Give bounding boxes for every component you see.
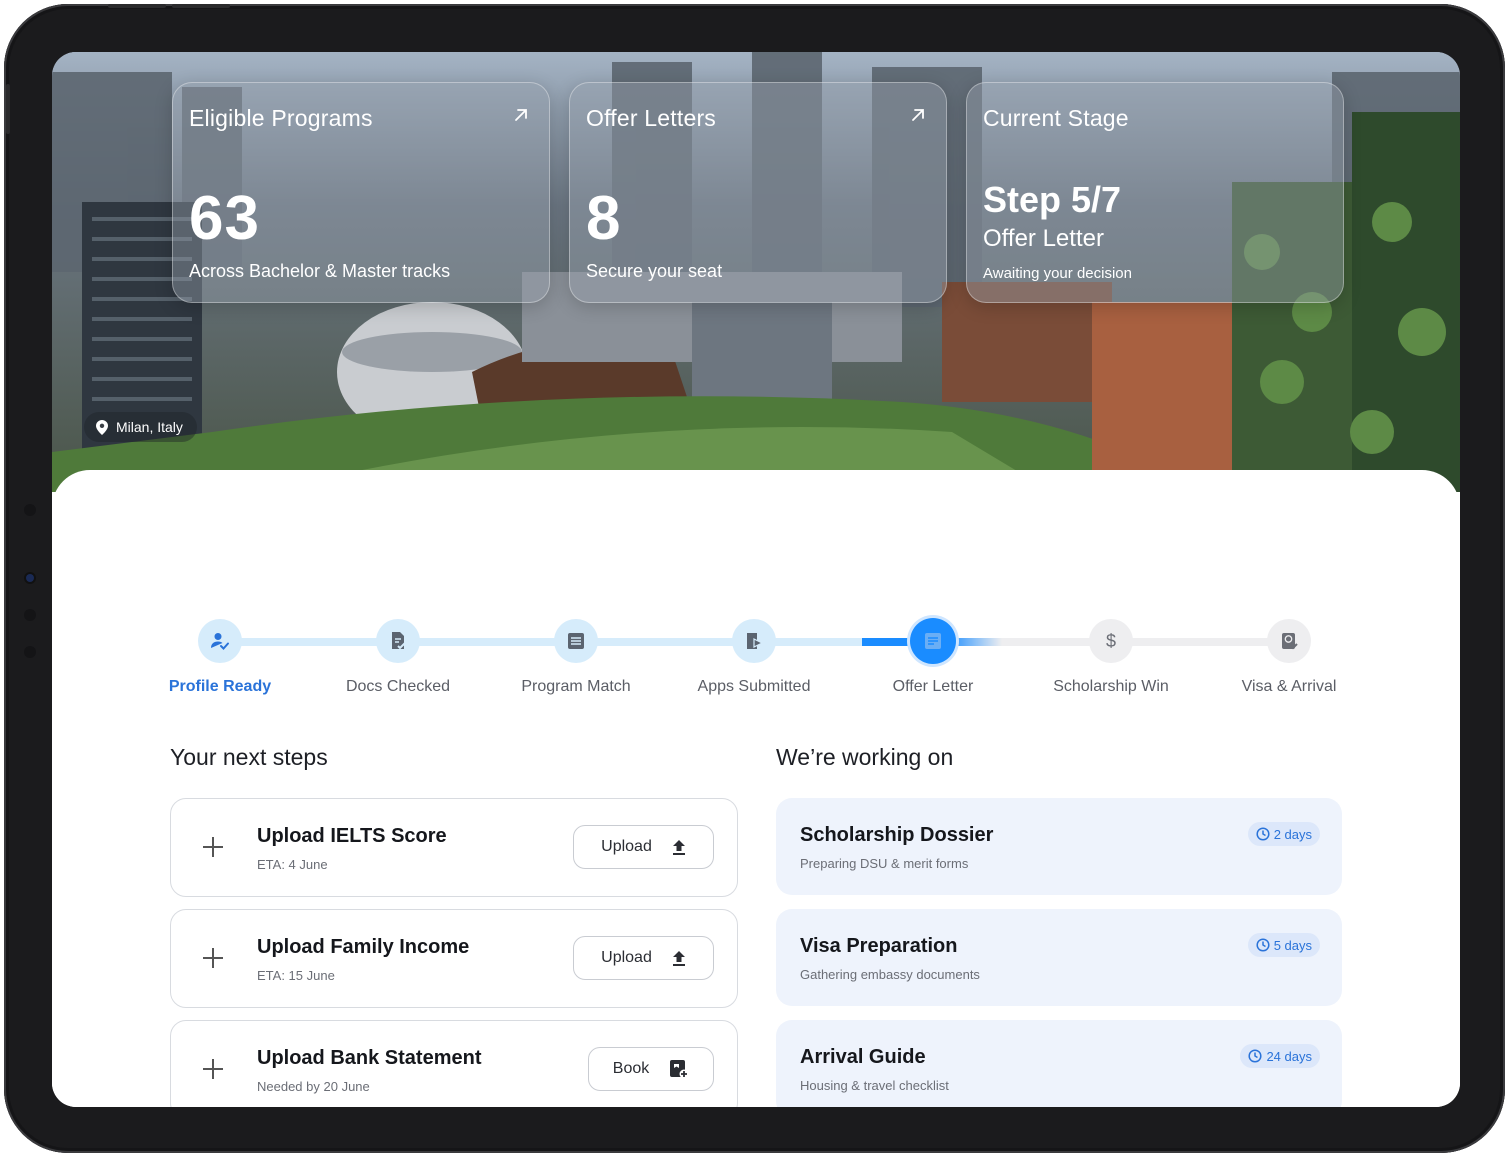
button-label: Upload: [601, 949, 652, 966]
step-profile-ready[interactable]: [198, 619, 242, 663]
step-offer-letter[interactable]: [910, 618, 956, 664]
upload-icon: [672, 840, 685, 855]
step-label: Profile Ready: [168, 678, 272, 695]
clock-icon: [1256, 938, 1270, 952]
document-check-icon: [392, 632, 406, 650]
step-scholarship-win[interactable]: $: [1089, 619, 1133, 663]
step-label: Apps Submitted: [697, 678, 811, 695]
task-meta: Needed by 20 June: [257, 1079, 370, 1094]
card-title: Offer Letters: [586, 105, 717, 131]
work-title: Visa Preparation: [800, 935, 958, 957]
eta-badge: 5 days: [1247, 933, 1320, 957]
upload-icon: [672, 951, 685, 966]
eta-text: 5 days: [1273, 937, 1312, 953]
passport-icon: [1282, 633, 1298, 650]
volume-button: [172, 4, 230, 8]
button-label: Upload: [601, 838, 652, 855]
task-title: Upload Bank Statement: [257, 1047, 482, 1069]
clock-icon: [1256, 827, 1270, 841]
book-add-icon: [670, 1060, 689, 1079]
hero-banner: Eligible Programs 63 Across Bachelor & M…: [52, 52, 1460, 492]
stage-name: Offer Letter: [983, 225, 1104, 252]
step-label: Scholarship Win: [1053, 678, 1169, 695]
eta-badge: 24 days: [1240, 1044, 1320, 1068]
eligible-programs-card[interactable]: Eligible Programs 63 Across Bachelor & M…: [172, 82, 550, 303]
step-label: Docs Checked: [345, 678, 451, 695]
step-label: Program Match: [521, 678, 631, 695]
work-card[interactable]: Arrival Guide Housing & travel checklist…: [776, 1020, 1342, 1107]
current-stage-card: Current Stage Step 5/7 Offer Letter Awai…: [966, 82, 1344, 303]
task-meta: ETA: 15 June: [257, 968, 335, 983]
location-pin-icon: [96, 419, 108, 435]
svg-text:$: $: [1106, 631, 1116, 651]
step-docs-checked[interactable]: [376, 619, 420, 663]
sensor: [24, 504, 36, 516]
volume-button: [108, 4, 166, 8]
work-card[interactable]: Scholarship Dossier Preparing DSU & meri…: [776, 798, 1342, 895]
list-document-icon: [568, 633, 584, 649]
location-badge: Milan, Italy: [84, 412, 197, 442]
task-title: Upload Family Income: [257, 936, 470, 958]
card-title: Current Stage: [983, 105, 1129, 131]
work-card[interactable]: Visa Preparation Gathering embassy docum…: [776, 909, 1342, 1006]
task-card[interactable]: Upload Family Income ETA: 15 June Upload: [170, 909, 738, 1008]
step-apps-submitted[interactable]: [732, 619, 776, 663]
task-card[interactable]: Upload Bank Statement Needed by 20 June …: [170, 1020, 738, 1107]
plus-icon: [203, 948, 223, 968]
arrow-up-right-icon[interactable]: [910, 107, 926, 123]
sensor: [24, 646, 36, 658]
location-text: Milan, Italy: [116, 419, 183, 435]
app-screen: Eligible Programs 63 Across Bachelor & M…: [52, 52, 1460, 1107]
user-check-icon: [211, 633, 229, 650]
upload-button[interactable]: Upload: [573, 936, 714, 980]
task-meta: ETA: 4 June: [257, 857, 328, 872]
step-label: Visa & Arrival: [1241, 678, 1337, 695]
eta-badge: 2 days: [1247, 822, 1320, 846]
card-subtitle: Secure your seat: [586, 261, 723, 281]
eta-text: 2 days: [1273, 826, 1312, 842]
offer-letter-icon: [925, 633, 941, 649]
step-label: Offer Letter: [892, 678, 974, 695]
eta-text: 24 days: [1266, 1048, 1312, 1064]
power-button: [6, 84, 10, 134]
step-visa-arrival[interactable]: [1267, 619, 1311, 663]
arrow-up-right-icon[interactable]: [513, 107, 529, 123]
task-title: Upload IELTS Score: [257, 825, 447, 847]
dashboard-panel: Profile Ready Docs Checked Program Match: [52, 470, 1460, 1107]
sensor: [24, 609, 36, 621]
next-steps-title: Your next steps: [170, 744, 328, 770]
progress-stepper: Profile Ready Docs Checked Program Match: [52, 470, 1460, 730]
task-card[interactable]: Upload IELTS Score ETA: 4 June Upload: [170, 798, 738, 897]
dollar-icon: $: [1106, 631, 1116, 651]
plus-icon: [203, 837, 223, 857]
step-program-match[interactable]: [554, 619, 598, 663]
work-desc: Gathering embassy documents: [800, 967, 980, 982]
offer-letters-card[interactable]: Offer Letters 8 Secure your seat: [569, 82, 947, 303]
card-title: Eligible Programs: [189, 105, 373, 131]
plus-icon: [203, 1059, 223, 1079]
front-camera: [26, 574, 34, 582]
card-subtitle: Across Bachelor & Master tracks: [189, 261, 451, 281]
upload-button[interactable]: Upload: [573, 825, 714, 869]
card-value: 8: [586, 184, 622, 253]
work-desc: Preparing DSU & merit forms: [800, 856, 969, 871]
card-value: 63: [189, 184, 260, 253]
working-on-title: We’re working on: [776, 744, 954, 770]
progress-track-pending: [1002, 638, 1292, 646]
work-title: Scholarship Dossier: [800, 824, 994, 846]
work-title: Arrival Guide: [800, 1046, 926, 1068]
work-desc: Housing & travel checklist: [800, 1078, 949, 1093]
document-send-icon: [747, 633, 764, 649]
stage-value: Step 5/7: [983, 179, 1122, 220]
clock-icon: [1248, 1049, 1263, 1063]
book-button[interactable]: Book: [588, 1047, 714, 1091]
stage-subtitle: Awaiting your decision: [983, 265, 1132, 282]
button-label: Book: [612, 1060, 650, 1077]
